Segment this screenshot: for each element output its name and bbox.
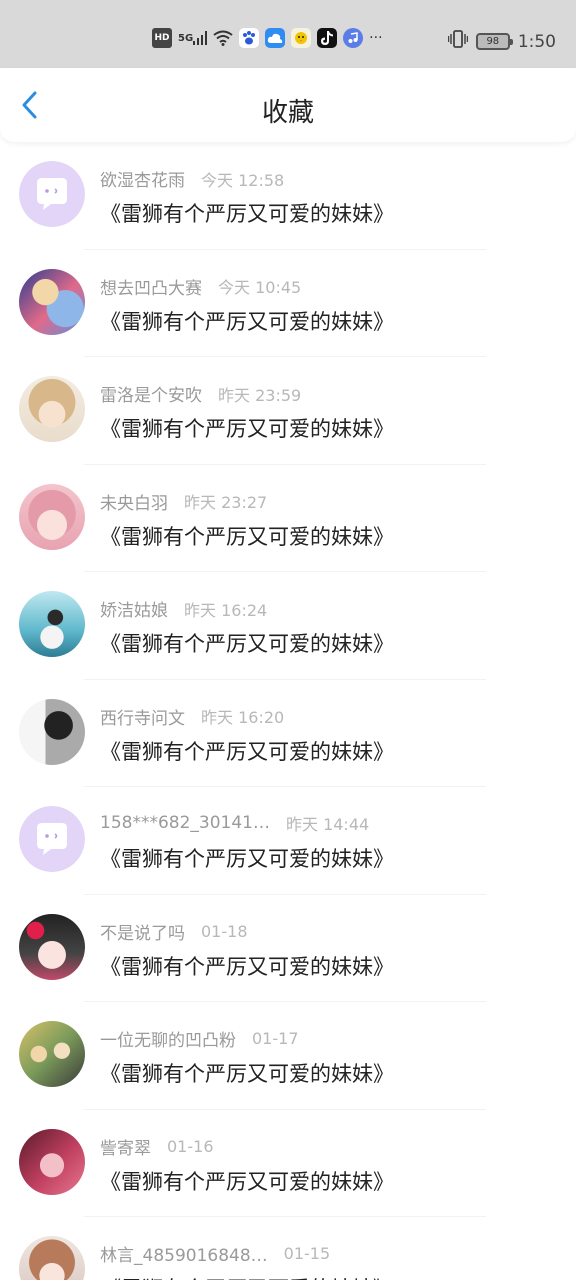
baidu-paw-icon	[239, 28, 260, 48]
username[interactable]: 西行寺问文	[100, 704, 185, 729]
book-title[interactable]: 《雷狮有个严厉又可爱的妹妹》	[100, 306, 394, 336]
timestamp: 今天 12:58	[201, 170, 285, 190]
avatar[interactable]	[19, 913, 85, 980]
book-title[interactable]: 《雷狮有个严厉又可爱的妹妹》	[100, 951, 394, 981]
list-item[interactable]: 想去凹凸大赛 今天 10:45 《雷狮有个严厉又可爱的妹妹》	[0, 250, 576, 357]
favorites-list: 欲湿杏花雨 今天 12:58 《雷狮有个严厉又可爱的妹妹》 想去凹凸大赛 今天 10:4…	[0, 142, 576, 1280]
item-meta: 未央白羽 昨天 23:27	[100, 489, 267, 514]
username[interactable]: 未央白羽	[100, 489, 168, 514]
list-item[interactable]: 娇洁姑娘 昨天 16:24 《雷狮有个严厉又可爱的妹妹》	[0, 572, 576, 680]
timestamp: 昨天 14:44	[285, 815, 370, 834]
item-meta: 娇洁姑娘 昨天 16:24	[100, 596, 268, 622]
username[interactable]: 想去凹凸大赛	[100, 274, 202, 299]
avatar[interactable]	[19, 483, 85, 550]
item-meta: 雷洛是个安吹 昨天 23:59	[100, 381, 302, 407]
vibrate-icon	[447, 30, 469, 53]
item-meta: 158***682_30141… 昨天 14:44	[100, 811, 369, 835]
timestamp: 昨天 23:59	[218, 385, 302, 405]
status-icons: HD 5G ···	[152, 28, 383, 48]
username[interactable]: 欲湿杏花雨	[100, 166, 185, 191]
avatar[interactable]	[19, 806, 85, 872]
list-item[interactable]: 訾寄翠 01-16 《雷狮有个严厉又可爱的妹妹》	[0, 1110, 576, 1217]
battery-level: 98	[486, 36, 500, 47]
username[interactable]: 雷洛是个安吹	[100, 381, 202, 406]
avatar[interactable]	[19, 376, 85, 442]
item-meta: 西行寺问文 昨天 16:20	[100, 704, 284, 729]
list-item[interactable]: 雷洛是个安吹 昨天 23:59 《雷狮有个严厉又可爱的妹妹》	[0, 357, 576, 465]
book-title[interactable]: 《雷狮有个严厉又可爱的妹妹》	[100, 1058, 394, 1088]
list-item[interactable]: 西行寺问文 昨天 16:20 《雷狮有个严厉又可爱的妹妹》	[0, 680, 576, 787]
timestamp: 01-17	[252, 1029, 299, 1048]
tiktok-icon	[317, 28, 338, 48]
signal-label: 5G	[178, 32, 194, 44]
item-meta: 欲湿杏花雨 今天 12:58	[100, 166, 285, 192]
battery-icon: 98	[475, 33, 513, 50]
timestamp: 01-18	[201, 921, 248, 941]
list-item[interactable]: 158***682_30141… 昨天 14:44 《雷狮有个严厉又可爱的妹妹》	[0, 787, 576, 895]
book-title[interactable]: 《雷狮有个严厉又可爱的妹妹》	[100, 198, 394, 228]
book-title[interactable]: 《雷狮有个严厉又可爱的妹妹》	[100, 1273, 394, 1280]
username[interactable]: 不是说了吗	[100, 919, 185, 944]
avatar[interactable]	[19, 1021, 85, 1087]
cloud-app-icon	[265, 28, 286, 48]
book-title[interactable]: 《雷狮有个严厉又可爱的妹妹》	[100, 413, 394, 443]
timestamp: 昨天 16:20	[201, 708, 285, 727]
avatar[interactable]	[19, 698, 85, 765]
wifi-icon	[213, 28, 233, 48]
hd-icon: HD	[152, 28, 172, 48]
avatar[interactable]	[19, 161, 85, 227]
item-meta: 不是说了吗 01-18	[100, 919, 248, 944]
list-item[interactable]: 一位无聊的凹凸粉 01-17 《雷狮有个严厉又可爱的妹妹》	[0, 1002, 576, 1110]
avatar[interactable]	[19, 1128, 85, 1195]
timestamp: 01-16	[167, 1136, 214, 1156]
status-right: 98 1:50	[447, 30, 556, 53]
book-title[interactable]: 《雷狮有个严厉又可爱的妹妹》	[100, 521, 394, 551]
list-item[interactable]: 不是说了吗 01-18 《雷狮有个严厉又可爱的妹妹》	[0, 895, 576, 1002]
clock: 1:50	[517, 31, 556, 52]
avatar[interactable]	[19, 1236, 85, 1280]
avatar[interactable]	[19, 268, 85, 335]
page-title: 收藏	[261, 98, 314, 128]
book-title[interactable]: 《雷狮有个严厉又可爱的妹妹》	[100, 843, 394, 873]
list-item[interactable]: 未央白羽 昨天 23:27 《雷狮有个严厉又可爱的妹妹》	[0, 465, 576, 572]
avatar[interactable]	[19, 591, 85, 657]
timestamp: 昨天 16:24	[184, 600, 268, 620]
username[interactable]: 158***682_30141…	[100, 813, 270, 833]
book-title[interactable]: 《雷狮有个严厉又可爱的妹妹》	[100, 628, 394, 658]
more-icon: ···	[369, 30, 383, 46]
item-meta: 訾寄翠 01-16	[100, 1134, 214, 1159]
book-title[interactable]: 《雷狮有个严厉又可爱的妹妹》	[100, 736, 394, 766]
list-item[interactable]: 欲湿杏花雨 今天 12:58 《雷狮有个严厉又可爱的妹妹》	[0, 142, 576, 250]
book-title[interactable]: 《雷狮有个严厉又可爱的妹妹》	[100, 1166, 394, 1196]
username[interactable]: 一位无聊的凹凸粉	[100, 1026, 236, 1051]
list-item[interactable]: 林言_4859016848… 01-15 《雷狮有个严厉又可爱的妹妹》	[0, 1217, 576, 1280]
username[interactable]: 訾寄翠	[100, 1134, 151, 1159]
timestamp: 今天 10:45	[218, 278, 302, 297]
item-meta: 想去凹凸大赛 今天 10:45	[100, 274, 301, 299]
chick-app-icon	[291, 28, 312, 48]
header: 收藏	[0, 68, 576, 142]
timestamp: 01-15	[283, 1244, 331, 1263]
username[interactable]: 娇洁姑娘	[100, 596, 168, 621]
status-bar: HD 5G ··· 98 1:50	[0, 0, 576, 68]
music-app-icon	[343, 28, 364, 48]
item-meta: 林言_4859016848… 01-15	[100, 1241, 330, 1266]
signal-5g-icon: 5G	[178, 28, 208, 48]
timestamp: 昨天 23:27	[184, 493, 268, 512]
item-meta: 一位无聊的凹凸粉 01-17	[100, 1026, 299, 1051]
username[interactable]: 林言_4859016848…	[100, 1241, 268, 1266]
